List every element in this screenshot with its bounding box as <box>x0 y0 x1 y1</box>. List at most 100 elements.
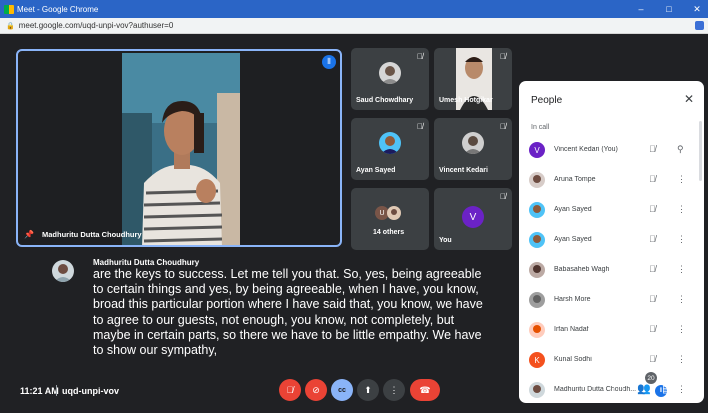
avatar <box>529 322 545 338</box>
avatar <box>387 206 401 220</box>
address-bar[interactable]: 🔒 meet.google.com/uqd-unpi-vov?authuser=… <box>0 18 708 34</box>
mic-off-icon: 🎙̸ <box>649 324 656 334</box>
caption-speaker-avatar <box>52 260 74 282</box>
end-call-button[interactable]: ☎ <box>410 379 440 401</box>
meeting-stage: ⦀ 📌 Madhuritu Dutta Choudhury 🎙̸ Saud Ch… <box>0 34 708 413</box>
participant-row[interactable]: Babasaheb Wagh 🎙̸ ⋮ <box>529 257 694 287</box>
self-tile[interactable]: 🎙̸ V You <box>434 188 512 250</box>
more-options-icon[interactable]: ⋮ <box>677 234 686 245</box>
mic-off-icon: 🎙̸ <box>500 192 506 201</box>
participant-name: You <box>439 237 452 244</box>
pin-icon[interactable]: 📌 <box>24 230 34 239</box>
participant-name: Ayan Sayed <box>554 206 592 213</box>
speaking-indicator-icon: ⦀ <box>322 55 336 69</box>
avatar: K <box>529 352 545 368</box>
more-options-icon[interactable]: ⋮ <box>677 354 686 365</box>
avatar <box>379 62 401 84</box>
more-options-icon[interactable]: ⋮ <box>677 324 686 335</box>
mic-toggle-button[interactable]: 🎙̸ <box>279 379 301 401</box>
browser-title-bar: Meet - Google Chrome – □ ✕ <box>0 0 708 18</box>
avatar <box>529 262 545 278</box>
pin-icon[interactable]: ⚲ <box>677 144 684 155</box>
speaker-video <box>122 53 240 245</box>
mic-off-icon: 🎙̸ <box>649 234 656 244</box>
activities-icon[interactable]: △ <box>686 382 694 395</box>
avatar <box>379 132 401 154</box>
avatar: V <box>462 206 484 228</box>
in-call-section-label: In call <box>531 124 550 131</box>
meeting-code: uqd-unpi-vov <box>62 386 119 396</box>
more-options-icon[interactable]: ⋮ <box>677 174 686 185</box>
participant-name: Irfan Nadaf <box>554 326 589 333</box>
participant-name: Ayan Sayed <box>554 236 592 243</box>
avatar <box>462 132 484 154</box>
present-button[interactable]: ⬆ <box>357 379 379 401</box>
participant-row[interactable]: Irfan Nadaf 🎙̸ ⋮ <box>529 317 694 347</box>
more-options-icon[interactable]: ⋮ <box>677 264 686 275</box>
others-count: 14 others <box>373 229 405 236</box>
url-text[interactable]: meet.google.com/uqd-unpi-vov?authuser=0 <box>19 21 174 30</box>
participant-name: Vincent Kedari <box>439 167 488 174</box>
divider <box>56 385 57 396</box>
mic-off-icon: 🎙̸ <box>649 264 656 274</box>
captions-button[interactable]: cc <box>331 379 353 401</box>
participant-row[interactable]: Aruna Tompe 🎙̸ ⋮ <box>529 167 694 197</box>
avatar: V <box>529 142 545 158</box>
clock: 11:21 AM <box>20 386 59 396</box>
more-options-button[interactable]: ⋮ <box>383 379 405 401</box>
caption-speaker-name: Madhuritu Dutta Choudhury <box>93 258 200 267</box>
more-vert-icon: ⋮ <box>389 384 399 395</box>
panel-title: People <box>531 95 563 106</box>
mic-off-icon: 🎙̸ <box>649 354 656 364</box>
participant-row[interactable]: Harsh More 🎙̸ ⋮ <box>529 287 694 317</box>
people-icon[interactable]: 👥 <box>637 382 651 395</box>
camera-toggle-button[interactable]: ⊘ <box>305 379 327 401</box>
mic-off-icon: 🎙̸ <box>649 174 656 184</box>
participant-name: Aruna Tompe <box>554 176 596 183</box>
participant-tile[interactable]: 🎙̸ Vincent Kedari <box>434 118 512 180</box>
avatar <box>529 232 545 248</box>
participant-name: Umesh Hotgikar <box>439 97 493 104</box>
mic-off-icon: 🎙̸ <box>649 144 656 154</box>
window-title: Meet - Google Chrome <box>17 4 99 14</box>
avatar <box>529 202 545 218</box>
caption-text: are the keys to success. Let me tell you… <box>93 267 483 358</box>
mic-off-icon: 🎙̸ <box>417 122 423 131</box>
close-window-button[interactable]: ✕ <box>690 4 704 15</box>
bottom-bar: 11:21 AM uqd-unpi-vov 🎙̸ ⊘ cc ⬆ ⋮ ☎ ⓘ 👥 … <box>0 370 708 413</box>
participant-row[interactable]: Ayan Sayed 🎙̸ ⋮ <box>529 227 694 257</box>
phone-hangup-icon: ☎ <box>419 384 431 395</box>
meeting-info-icon[interactable]: ⓘ <box>613 382 624 398</box>
participant-row[interactable]: V Vincent Kedari (You) 🎙̸ ⚲ <box>529 137 694 167</box>
panel-scrollbar[interactable] <box>699 121 702 181</box>
more-options-icon[interactable]: ⋮ <box>677 204 686 215</box>
mic-off-icon: 🎙̸ <box>286 385 294 395</box>
participant-name: Babasaheb Wagh <box>554 266 610 273</box>
meet-logo-icon <box>4 4 14 14</box>
participant-tile[interactable]: 🎙̸ Umesh Hotgikar <box>434 48 512 110</box>
chat-icon[interactable]: ▤ <box>662 382 672 395</box>
main-speaker-tile[interactable]: ⦀ 📌 Madhuritu Dutta Choudhury <box>16 49 342 247</box>
participant-row[interactable]: Ayan Sayed 🎙̸ ⋮ <box>529 197 694 227</box>
people-count-badge: 20 <box>645 372 657 384</box>
minimize-button[interactable]: – <box>634 4 648 14</box>
avatar <box>529 292 545 308</box>
camera-off-icon: ⊘ <box>312 384 320 395</box>
more-options-icon[interactable]: ⋮ <box>677 294 686 305</box>
participant-name: Ayan Sayed <box>356 167 396 174</box>
participant-name: Harsh More <box>554 296 591 303</box>
mic-off-icon: 🎙̸ <box>500 122 506 131</box>
main-speaker-name: Madhuritu Dutta Choudhury <box>42 230 142 239</box>
captions-icon: cc <box>338 386 346 394</box>
others-tile[interactable]: U 14 others <box>351 188 429 250</box>
avatar <box>529 172 545 188</box>
present-icon: ⬆ <box>364 384 372 395</box>
participant-name: Vincent Kedari (You) <box>554 146 618 153</box>
mic-off-icon: 🎙̸ <box>500 52 506 61</box>
close-panel-icon[interactable]: ✕ <box>684 92 694 106</box>
mic-off-icon: 🎙̸ <box>417 52 423 61</box>
maximize-button[interactable]: □ <box>662 4 676 14</box>
participant-tile[interactable]: 🎙̸ Saud Chowdhary <box>351 48 429 110</box>
extension-icon[interactable] <box>695 21 704 30</box>
participant-tile[interactable]: 🎙̸ Ayan Sayed <box>351 118 429 180</box>
